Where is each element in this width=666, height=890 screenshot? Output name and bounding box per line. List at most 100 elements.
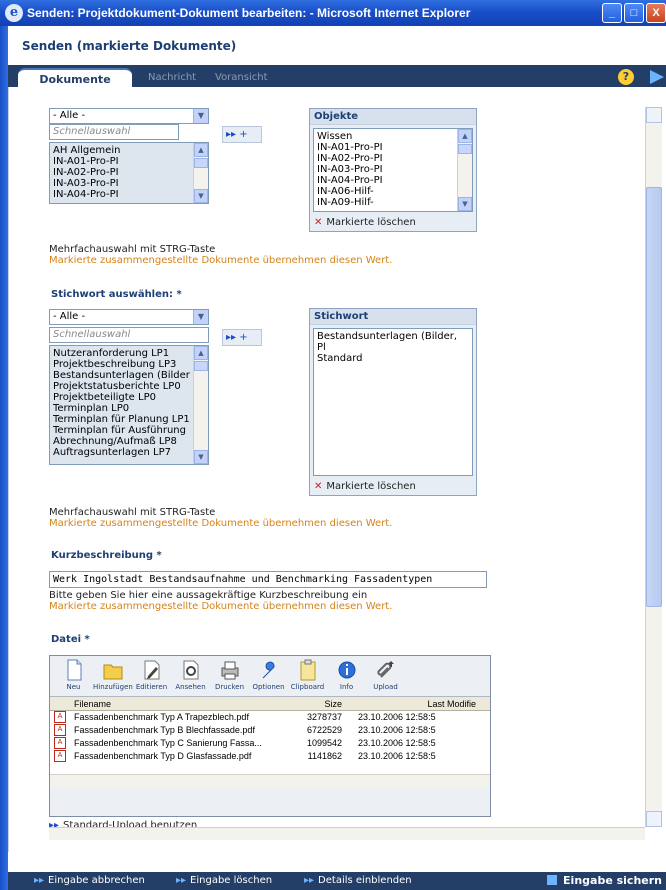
file-size: 6722529 [306,725,342,735]
list-item[interactable]: IN-A02-Pro-PI [53,167,205,178]
list-item[interactable]: Bestandsunterlagen (Bilder, Pl [317,331,469,353]
minimize-button[interactable]: _ [602,3,622,23]
list-item[interactable]: Terminplan für Planung LP1 [53,414,205,425]
cancel-input-link[interactable]: ▸▸ Eingabe abbrechen [34,872,145,890]
page-hscrollbar[interactable] [49,827,645,840]
print-button[interactable]: Drucken [210,656,249,696]
scroll-down-icon[interactable]: ▼ [458,197,472,211]
scroll-down-icon[interactable] [646,811,662,827]
list-item[interactable]: Wissen [317,131,469,142]
options-button[interactable]: Optionen [249,656,288,696]
object-filter-select[interactable]: - Alle - ▼ [49,108,209,124]
keyword-hint: Mehrfachauswahl mit STRG-Taste [49,507,216,518]
list-item[interactable]: IN-A04-Pro-PI [53,189,205,200]
view-icon [181,659,201,681]
keyword-filter-select[interactable]: - Alle - ▼ [49,309,209,325]
list-scrollbar[interactable]: ▲ ▼ [193,346,208,464]
maximize-button[interactable]: □ [624,3,644,23]
list-item[interactable]: Nutzeranforderung LP1 [53,348,205,359]
clear-input-link[interactable]: ▸▸ Eingabe löschen [176,872,272,890]
list-item[interactable]: Terminplan für Ausführung [53,425,205,436]
list-item[interactable]: IN-A09-Hilf- [317,197,469,208]
edit-button[interactable]: Editieren [132,656,171,696]
upload-button[interactable]: Upload [366,656,405,696]
list-item[interactable]: IN-A01-Pro-PI [53,156,205,167]
scroll-up-icon[interactable]: ▲ [458,129,472,143]
view-button[interactable]: Ansehen [171,656,210,696]
scroll-thumb[interactable] [194,361,208,371]
scroll-down-icon[interactable]: ▼ [194,189,208,203]
list-item[interactable]: IN-A04-Pro-PI [317,175,469,186]
column-filename[interactable]: Filename [72,697,286,710]
list-item[interactable]: Projektstatusberichte LP0 [53,381,205,392]
info-button[interactable]: Info [327,656,366,696]
keyword-delete-button[interactable]: ✕ Markierte löschen [310,478,476,495]
keyword-add-button[interactable]: ▸▸ + [222,329,262,346]
scroll-thumb[interactable] [646,187,662,607]
help-icon[interactable]: ? [618,69,634,85]
file-name: Fassadenbenchmark Typ A Trapezblech.pdf [74,712,249,722]
add-files-button[interactable]: Hinzufügen [93,656,133,696]
cancel-label: Eingabe abbrechen [48,875,145,886]
keyword-available-list[interactable]: Nutzeranforderung LP1 Projektbeschreibun… [49,345,209,465]
scroll-up-icon[interactable] [646,107,662,123]
column-last-modified[interactable]: Last Modifie [348,697,476,710]
file-name: Fassadenbenchmark Typ D Glasfassade.pdf [74,751,252,761]
clipboard-button[interactable]: Clipboard [288,656,327,696]
tab-dokumente[interactable]: Dokumente [18,68,132,87]
new-button[interactable]: Neu [54,656,93,696]
page-vscrollbar[interactable] [645,107,662,827]
list-item[interactable]: AH Allgemein [53,145,205,156]
scroll-up-icon[interactable]: ▲ [194,143,208,157]
table-row[interactable]: A Fassadenbenchmark Typ A Trapezblech.pd… [50,711,490,724]
show-details-link[interactable]: ▸▸ Details einblenden [304,872,412,890]
keyword-heading: Stichwort auswählen: * [51,289,182,300]
file-table-hscrollbar[interactable] [50,774,490,787]
list-item[interactable]: Bestandsunterlagen (Bilder [53,370,205,381]
scroll-thumb[interactable] [194,158,208,168]
print-icon [220,659,240,681]
keyword-quick-input[interactable]: Schnellauswahl [49,327,209,343]
list-item[interactable]: Projektbeschreibung LP3 [53,359,205,370]
save-input-button[interactable]: Eingabe sichern [547,872,662,890]
object-quick-input[interactable]: Schnellauswahl [49,124,179,140]
scroll-up-icon[interactable]: ▲ [194,346,208,360]
close-button[interactable]: X [646,3,666,23]
keyword-panel: Stichwort Bestandsunterlagen (Bilder, Pl… [309,308,477,496]
keyword-selected-list[interactable]: Bestandsunterlagen (Bilder, Pl Standard [313,328,473,476]
list-item[interactable]: IN-A06-Hilf- [317,186,469,197]
list-item[interactable]: Projektbeteiligte LP0 [53,392,205,403]
scroll-thumb[interactable] [458,144,472,154]
list-item[interactable]: Terminplan LP0 [53,403,205,414]
table-row[interactable]: A Fassadenbenchmark Typ B Blechfassade.p… [50,724,490,737]
list-item[interactable]: Standard [317,353,469,364]
table-row[interactable]: A Fassadenbenchmark Typ D Glasfassade.pd… [50,750,490,763]
pdf-icon: A [54,724,66,736]
list-item[interactable]: IN-A03-Pro-PI [53,178,205,189]
object-available-list[interactable]: AH Allgemein IN-A01-Pro-PI IN-A02-Pro-PI… [49,142,209,204]
list-item[interactable]: Abrechnung/Aufmaß LP8 [53,436,205,447]
tab-nachricht[interactable]: Nachricht [148,68,196,87]
double-arrow-icon: ▸▸ [304,875,315,886]
upload-icon [376,659,396,681]
list-scrollbar[interactable]: ▲ ▼ [193,143,208,203]
tab-voransicht[interactable]: Voransicht [215,68,268,87]
list-item[interactable]: Auftragsunterlagen LP7 [53,447,205,458]
play-icon[interactable] [650,70,664,84]
chevron-down-icon[interactable]: ▼ [193,310,208,324]
list-item[interactable]: IN-A02-Pro-PI [317,153,469,164]
scroll-down-icon[interactable]: ▼ [194,450,208,464]
tool-label: Neu [66,683,81,691]
info-icon [337,659,357,681]
object-add-button[interactable]: ▸▸ + [222,126,262,143]
table-row[interactable]: A Fassadenbenchmark Typ C Sanierung Fass… [50,737,490,750]
description-input[interactable]: Werk Ingolstadt Bestandsaufnahme und Ben… [49,571,487,588]
list-item[interactable]: IN-A03-Pro-PI [317,164,469,175]
list-item[interactable]: IN-A01-Pro-PI [317,142,469,153]
chevron-down-icon[interactable]: ▼ [193,109,208,123]
list-scrollbar[interactable]: ▲ ▼ [457,129,472,211]
object-selected-list[interactable]: Wissen IN-A01-Pro-PI IN-A02-Pro-PI IN-A0… [313,128,473,212]
objects-delete-button[interactable]: ✕ Markierte löschen [310,214,476,231]
column-size[interactable]: Size [286,697,348,710]
window-titlebar: e Senden: Projektdokument-Dokument bearb… [0,0,666,26]
